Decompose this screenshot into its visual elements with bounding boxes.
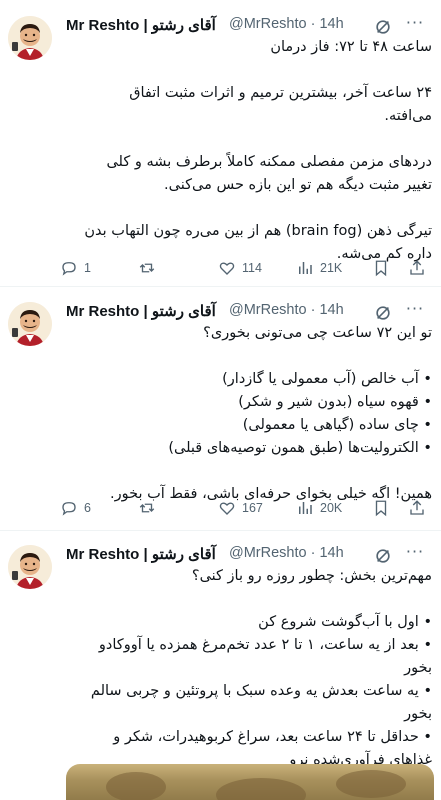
author-handle-time[interactable]: @MrReshto · 14h bbox=[229, 302, 344, 318]
author-name[interactable]: Mr Reshto | آقای رشتو bbox=[66, 545, 216, 563]
reply-button[interactable]: 1 bbox=[60, 256, 91, 280]
list-item: • اول با آب‌گوشت شروع کن bbox=[258, 614, 432, 630]
retweet-icon bbox=[139, 503, 155, 513]
tweet-text: ساعت ۴۸ تا ۷۲: فاز درمان ۲۴ ساعت آخر، بی… bbox=[60, 36, 432, 266]
more-icon[interactable]: ··· bbox=[404, 14, 426, 36]
bookmark-icon bbox=[375, 260, 387, 277]
bookmark-icon bbox=[375, 500, 387, 517]
author-name[interactable]: Mr Reshto | آقای رشتو bbox=[66, 16, 216, 34]
grok-icon[interactable] bbox=[374, 18, 392, 36]
reply-button[interactable]: 6 bbox=[60, 496, 91, 520]
tweet-text: مهم‌ترین بخش: چطور روزه رو باز کنی؟ • او… bbox=[60, 565, 432, 772]
avatar-image bbox=[8, 545, 52, 589]
reply-count: 1 bbox=[84, 261, 91, 275]
text-line: مهم‌ترین بخش: چطور روزه رو باز کنی؟ bbox=[191, 568, 432, 584]
avatar-image bbox=[8, 16, 52, 60]
heart-icon bbox=[219, 502, 235, 515]
list-item: بخور bbox=[404, 706, 432, 722]
tweet-time[interactable]: 14h bbox=[319, 16, 343, 32]
tweet-time[interactable]: 14h bbox=[319, 302, 343, 318]
view-count: 21K bbox=[320, 261, 343, 275]
text-line: دردهای مزمن مفصلی ممکنه کاملاً برطرف بشه… bbox=[106, 154, 432, 170]
views-button[interactable]: 21K bbox=[296, 256, 342, 280]
reply-icon bbox=[62, 262, 76, 276]
tweet[interactable]: Mr Reshto | آقای رشتو @MrReshto · 14h ··… bbox=[0, 300, 441, 530]
share-icon bbox=[410, 260, 424, 275]
grok-icon[interactable] bbox=[374, 547, 392, 565]
more-icon[interactable]: ··· bbox=[404, 543, 426, 565]
list-item: • یه ساعت بعدش یه وعده سبک با پروتئین و … bbox=[90, 683, 432, 699]
like-count: 114 bbox=[242, 261, 262, 275]
views-chart-icon bbox=[299, 502, 312, 514]
tweet[interactable]: Mr Reshto | آقای رشتو @MrReshto · 14h ··… bbox=[0, 14, 441, 294]
share-button[interactable] bbox=[408, 496, 432, 520]
tweet[interactable]: Mr Reshto | آقای رشتو @MrReshto · 14h ··… bbox=[0, 543, 441, 800]
retweet-button[interactable] bbox=[138, 256, 162, 280]
view-count: 20K bbox=[320, 501, 343, 515]
list-item: • حداقل تا ۲۴ ساعت بعد، سراغ کربوهیدرات،… bbox=[113, 729, 432, 745]
views-chart-icon bbox=[299, 262, 312, 274]
author-handle-time[interactable]: @MrReshto · 14h bbox=[229, 16, 344, 32]
retweet-button[interactable] bbox=[138, 496, 162, 520]
list-item: • الکترولیت‌ها (طبق همون توصیه‌های قبلی) bbox=[168, 440, 432, 456]
tweet-divider bbox=[0, 286, 441, 287]
tweet-photo[interactable] bbox=[66, 764, 434, 800]
tweet-actions: 6 167 20K bbox=[60, 496, 432, 520]
text-line: تو این ۷۲ ساعت چی می‌تونی بخوری؟ bbox=[203, 325, 432, 341]
list-item: • آب خالص (آب معمولی یا گازدار) bbox=[222, 371, 432, 387]
like-button[interactable]: 167 bbox=[218, 496, 263, 520]
more-icon[interactable]: ··· bbox=[404, 300, 426, 322]
author-handle-time[interactable]: @MrReshto · 14h bbox=[229, 545, 344, 561]
text-line: ۲۴ ساعت آخر، بیشترین ترمیم و اثرات مثبت … bbox=[129, 85, 432, 101]
text-line: تغییر مثبت دیگه هم تو این بازه حس می‌کنی… bbox=[164, 177, 432, 193]
reply-count: 6 bbox=[84, 501, 91, 515]
list-item: • قهوه سیاه (بدون شیر و شکر) bbox=[238, 394, 432, 410]
list-item: • چای ساده (گیاهی یا معمولی) bbox=[242, 417, 432, 433]
list-item: • بعد از یه ساعت، ۱ تا ۲ عدد تخم‌مرغ همز… bbox=[98, 637, 432, 653]
tweet-time[interactable]: 14h bbox=[319, 545, 343, 561]
text-line: تیرگی ذهن (brain fog) هم از بین می‌ره چو… bbox=[84, 223, 432, 239]
share-button[interactable] bbox=[408, 256, 432, 280]
avatar[interactable] bbox=[8, 16, 52, 60]
like-button[interactable]: 114 bbox=[218, 256, 262, 280]
bookmark-button[interactable] bbox=[372, 256, 396, 280]
list-item: بخور bbox=[404, 660, 432, 676]
share-icon bbox=[410, 500, 424, 515]
tweet-actions: 1 114 21K bbox=[60, 256, 432, 280]
author-name[interactable]: Mr Reshto | آقای رشتو bbox=[66, 302, 216, 320]
like-count: 167 bbox=[242, 501, 263, 515]
avatar-image bbox=[8, 302, 52, 346]
heart-icon bbox=[219, 262, 235, 275]
text-line: می‌افته. bbox=[384, 108, 432, 124]
tweet-divider bbox=[0, 530, 441, 531]
grok-icon[interactable] bbox=[374, 304, 392, 322]
bookmark-button[interactable] bbox=[372, 496, 396, 520]
avatar[interactable] bbox=[8, 302, 52, 346]
avatar[interactable] bbox=[8, 545, 52, 589]
reply-icon bbox=[62, 502, 76, 516]
text-line: ساعت ۴۸ تا ۷۲: فاز درمان bbox=[270, 39, 432, 55]
views-button[interactable]: 20K bbox=[296, 496, 342, 520]
retweet-icon bbox=[139, 263, 155, 273]
tweet-text: تو این ۷۲ ساعت چی می‌تونی بخوری؟ • آب خا… bbox=[60, 322, 432, 506]
